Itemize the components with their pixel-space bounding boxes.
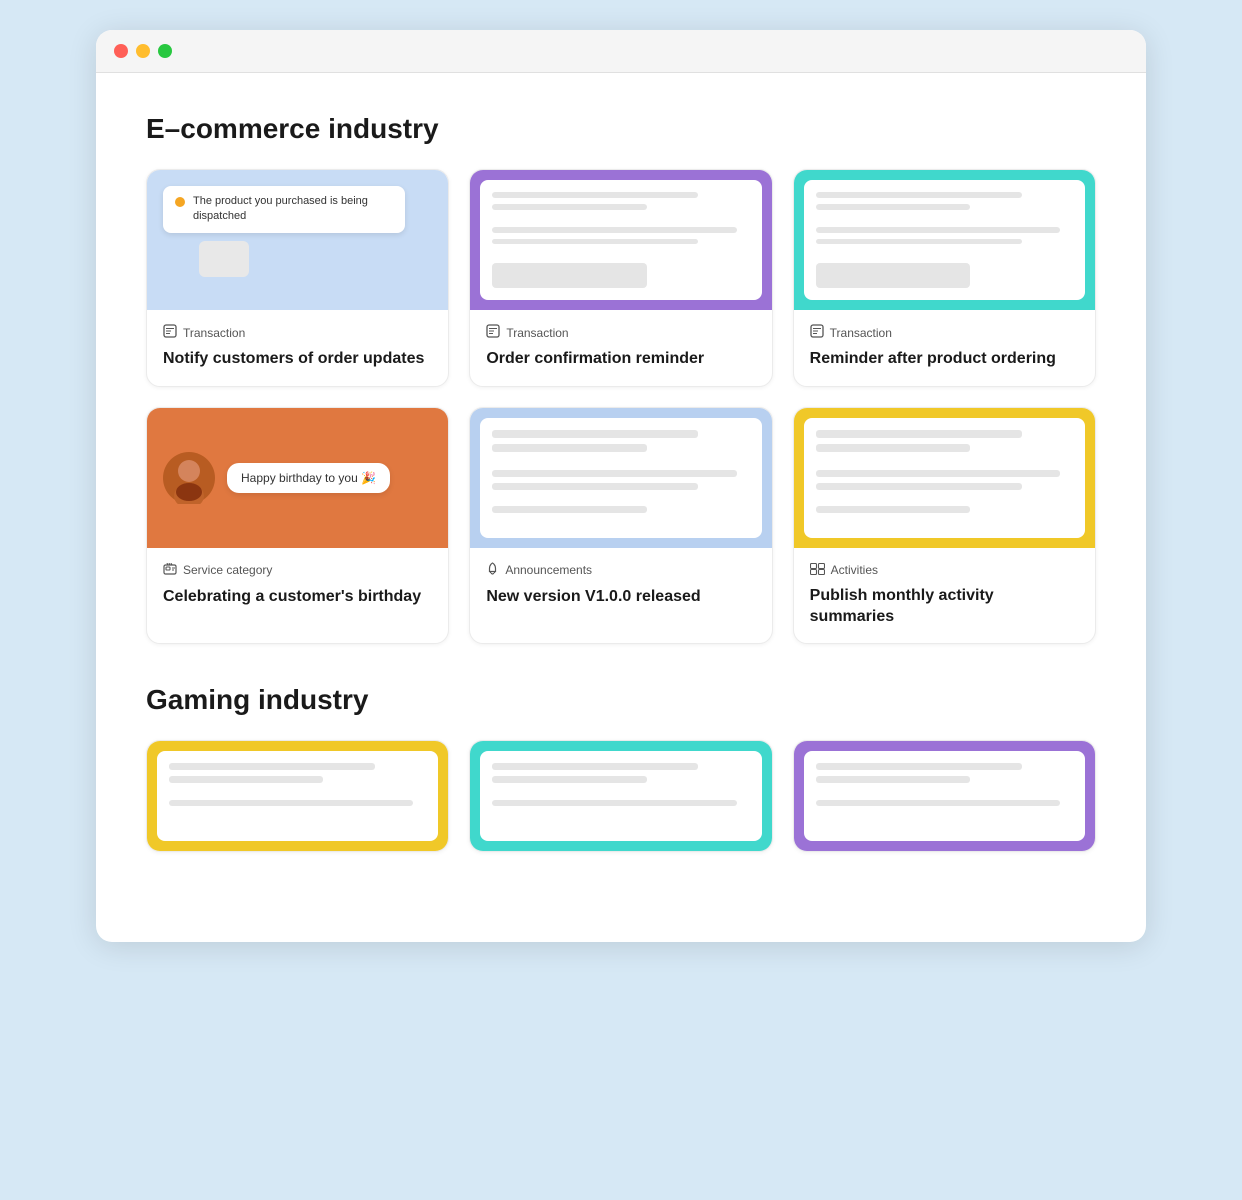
ecommerce-section-title: E–commerce industry — [146, 113, 1096, 145]
card-birthday-preview: Happy birthday to you 🎉 — [147, 408, 448, 548]
gaming-card-3-inner — [804, 751, 1085, 841]
gaming-card-2[interactable] — [469, 740, 772, 852]
browser-content: E–commerce industry The product you purc… — [96, 73, 1146, 942]
gaming-card-2-inner — [480, 751, 761, 841]
avatar — [163, 452, 215, 504]
card-activities-info: Activities Publish monthly activity summ… — [794, 548, 1095, 644]
card-birthday-category-label: Service category — [183, 563, 272, 577]
gaming-card-1-inner — [157, 751, 438, 841]
gaming-cards-grid — [146, 740, 1096, 852]
card-announcement-title: New version V1.0.0 released — [486, 587, 755, 608]
transaction-icon-2 — [486, 324, 500, 341]
card-activities-preview — [794, 408, 1095, 548]
card-dispatch-category: Transaction — [163, 324, 432, 341]
notification-text: The product you purchased is being dispa… — [193, 194, 393, 225]
gaming-section-title: Gaming industry — [146, 684, 1096, 716]
card-reminder-preview — [794, 170, 1095, 310]
card-dispatch-title: Notify customers of order updates — [163, 349, 432, 370]
card-activities[interactable]: Activities Publish monthly activity summ… — [793, 407, 1096, 645]
card-birthday-title: Celebrating a customer's birthday — [163, 587, 432, 608]
card-dispatch-info: Transaction Notify customers of order up… — [147, 310, 448, 386]
card-birthday[interactable]: Happy birthday to you 🎉 Service category… — [146, 407, 449, 645]
ecommerce-cards-grid: The product you purchased is being dispa… — [146, 169, 1096, 644]
card-order-inner — [480, 180, 761, 300]
transaction-icon-3 — [810, 324, 824, 341]
notification-dot — [175, 197, 185, 207]
card-order-category-label: Transaction — [506, 326, 568, 340]
minimize-button[interactable] — [136, 44, 150, 58]
maximize-button[interactable] — [158, 44, 172, 58]
service-icon — [163, 562, 177, 579]
card-order-category: Transaction — [486, 324, 755, 341]
card-order-confirm-info: Transaction Order confirmation reminder — [470, 310, 771, 386]
close-button[interactable] — [114, 44, 128, 58]
card-announcement-preview — [470, 408, 771, 548]
gaming-card-3[interactable] — [793, 740, 1096, 852]
activities-icon — [810, 562, 825, 578]
notification-bubble: The product you purchased is being dispa… — [163, 186, 405, 233]
card-birthday-category: Service category — [163, 562, 432, 579]
card-announcement-info: Announcements New version V1.0.0 release… — [470, 548, 771, 624]
card-dispatch-category-label: Transaction — [183, 326, 245, 340]
browser-window: E–commerce industry The product you purc… — [96, 30, 1146, 942]
card-order-confirm[interactable]: Transaction Order confirmation reminder — [469, 169, 772, 387]
gaming-card-2-preview — [470, 741, 771, 851]
card-reminder-category-label: Transaction — [830, 326, 892, 340]
bell-icon — [486, 562, 499, 579]
birthday-bubble: Happy birthday to you 🎉 — [227, 463, 390, 493]
card-dispatch[interactable]: The product you purchased is being dispa… — [146, 169, 449, 387]
card-announcement-category-label: Announcements — [505, 563, 592, 577]
transaction-icon — [163, 324, 177, 341]
card-reminder-title: Reminder after product ordering — [810, 349, 1079, 370]
card-reminder-inner — [804, 180, 1085, 300]
card-order-preview — [470, 170, 771, 310]
card-activities-category-label: Activities — [831, 563, 878, 577]
gaming-card-1[interactable] — [146, 740, 449, 852]
card-announcement-category: Announcements — [486, 562, 755, 579]
card-dispatch-preview: The product you purchased is being dispa… — [147, 170, 448, 310]
card-announcement[interactable]: Announcements New version V1.0.0 release… — [469, 407, 772, 645]
card-activities-inner — [804, 418, 1085, 538]
card-reminder-category: Transaction — [810, 324, 1079, 341]
product-image — [199, 241, 249, 277]
card-reminder-info: Transaction Reminder after product order… — [794, 310, 1095, 386]
card-activities-category: Activities — [810, 562, 1079, 578]
card-activities-title: Publish monthly activity summaries — [810, 586, 1079, 628]
gaming-card-1-preview — [147, 741, 448, 851]
browser-toolbar — [96, 30, 1146, 73]
gaming-card-3-preview — [794, 741, 1095, 851]
card-order-title: Order confirmation reminder — [486, 349, 755, 370]
card-announcement-inner — [480, 418, 761, 538]
card-birthday-info: Service category Celebrating a customer'… — [147, 548, 448, 624]
card-reminder[interactable]: Transaction Reminder after product order… — [793, 169, 1096, 387]
